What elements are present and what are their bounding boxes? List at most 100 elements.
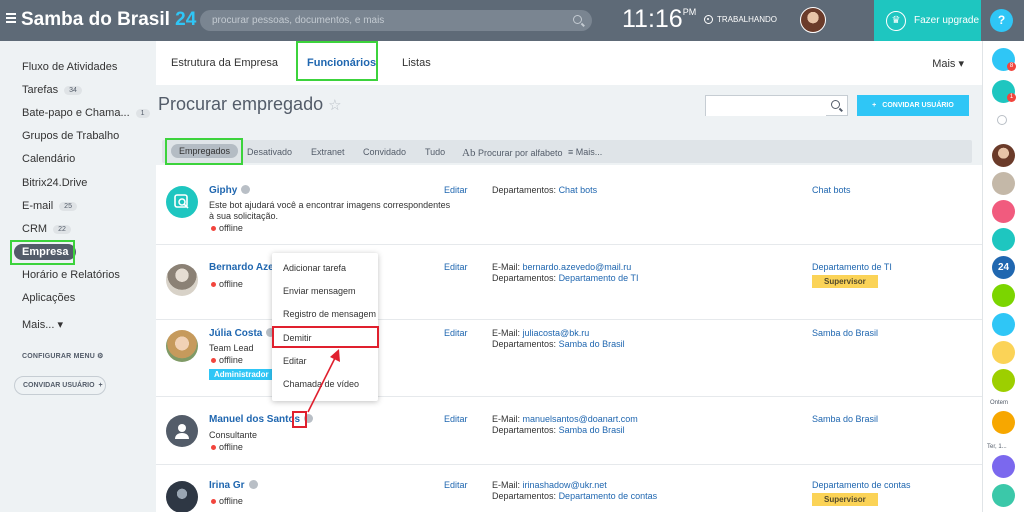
help-button[interactable]: ? [990, 9, 1013, 32]
configure-menu-button[interactable]: CONFIGURAR MENU ⚙ [22, 352, 104, 360]
sidebar-item-email[interactable]: E-mail 25 [22, 200, 77, 212]
search-icon[interactable] [831, 100, 840, 109]
sidebar-item-drive[interactable]: Bitrix24.Drive [22, 177, 87, 189]
sidebar-item-fluxo[interactable]: Fluxo de Atividades [22, 61, 117, 73]
filter-convidado[interactable]: Convidado [363, 147, 406, 157]
invite-user-button[interactable]: + CONVIDAR USUÁRIO [857, 95, 969, 116]
contact-avatar[interactable] [992, 455, 1015, 478]
employee-name[interactable]: Giphy [209, 185, 251, 196]
sidebar-invite-button[interactable]: CONVIDAR USUÁRIO + [14, 376, 106, 395]
filter-extranet[interactable]: Extranet [311, 147, 345, 157]
group-icon[interactable] [992, 341, 1015, 364]
plus-icon: + [872, 102, 877, 109]
group-icon[interactable] [992, 411, 1015, 434]
filter-desativado[interactable]: Desativado [247, 147, 292, 157]
sidebar-item-label: Tarefas [22, 84, 59, 96]
upgrade-button[interactable]: ♛ Fazer upgrade [874, 0, 981, 41]
global-search [200, 10, 592, 31]
phone-icon[interactable] [992, 484, 1015, 507]
department-link[interactable]: Samba do Brasil [812, 328, 878, 338]
email-link[interactable]: bernardo.azevedo@mail.ru [523, 262, 632, 272]
offline-dot-icon [211, 225, 216, 231]
sidebar-item-label: Bate-papo e Chama... [22, 107, 130, 119]
menu-item-add-task[interactable]: Adicionar tarefa [283, 263, 346, 273]
filter-alfabeto[interactable]: Ab Procurar por alfabeto [462, 147, 563, 159]
supervisor-badge: Supervisor [812, 493, 878, 506]
employee-info: Departamentos: Chat bots [492, 185, 597, 196]
menu-item-video-call[interactable]: Chamada de vídeo [283, 379, 359, 389]
dept-link[interactable]: Departamento de contas [559, 491, 658, 501]
search-icon[interactable] [573, 15, 582, 24]
department-link[interactable]: Departamento de TI [812, 262, 892, 272]
dept-link[interactable]: Chat bots [559, 185, 598, 195]
global-search-input[interactable] [200, 10, 560, 31]
star-icon[interactable]: ☆ [328, 97, 341, 114]
employee-avatar[interactable] [166, 415, 198, 447]
employee-name[interactable]: Júlia Costa [209, 328, 276, 339]
search-icon[interactable] [997, 115, 1007, 125]
menu-item-message-log[interactable]: Registro de mensagem [283, 309, 376, 319]
dept-link[interactable]: Departamento de TI [559, 273, 639, 283]
tab-listas[interactable]: Listas [402, 57, 431, 69]
employee-info: E-Mail: irinashadow@ukr.net Departamentos… [492, 480, 657, 502]
sidebar-item-calendario[interactable]: Calendário [22, 153, 75, 165]
edit-link[interactable]: Editar [444, 480, 468, 490]
contact-avatar[interactable] [992, 172, 1015, 195]
list-icon: ≡ [568, 147, 574, 157]
gear-icon[interactable] [241, 185, 251, 194]
department-link[interactable]: Chat bots [812, 185, 851, 195]
image-search-icon[interactable] [992, 228, 1015, 251]
employee-search-input[interactable] [706, 97, 826, 116]
edit-link[interactable]: Editar [444, 185, 468, 195]
lock-icon[interactable] [992, 284, 1015, 307]
dept-link[interactable]: Samba do Brasil [559, 425, 625, 435]
sidebar-item-grupos[interactable]: Grupos de Trabalho [22, 130, 119, 142]
edit-link[interactable]: Editar [444, 262, 468, 272]
user-avatar[interactable] [800, 7, 826, 33]
status-label: offline [219, 496, 243, 506]
clock[interactable]: 11:16PM [622, 5, 696, 34]
sidebar-item-horario[interactable]: Horário e Relatórios [22, 269, 120, 281]
gear-icon[interactable] [248, 480, 258, 489]
email-link[interactable]: manuelsantos@doanart.com [523, 414, 638, 424]
sidebar-item-count: 25 [59, 201, 77, 211]
sidebar-item-tarefas[interactable]: Tarefas 34 [22, 84, 82, 96]
employee-avatar[interactable] [166, 330, 198, 362]
employee-info: E-Mail: juliacosta@bk.ru Departamentos: S… [492, 328, 625, 350]
team-icon[interactable] [992, 313, 1015, 336]
employee-name[interactable]: Irina Gr [209, 480, 258, 491]
filter-mais[interactable]: ≡ Mais... [568, 147, 602, 157]
tab-estrutura[interactable]: Estrutura da Empresa [171, 57, 278, 69]
group-icon[interactable] [992, 369, 1015, 392]
sidebar-item-mais[interactable]: Mais... ▾ [22, 318, 63, 331]
work-status-icon [704, 15, 713, 24]
sidebar-item-chat[interactable]: Bate-papo e Chama... 1 [22, 107, 150, 119]
dept-label: Departamentos: [492, 273, 557, 283]
tabs-more[interactable]: Mais ▾ [932, 57, 964, 70]
offline-dot-icon [211, 281, 216, 287]
contact-avatar[interactable] [992, 144, 1015, 167]
email-link[interactable]: juliacosta@bk.ru [523, 328, 590, 338]
invite-user-label: CONVIDAR USUÁRIO [882, 102, 954, 109]
chat-badge: 1 [1007, 93, 1016, 102]
dept-link[interactable]: Samba do Brasil [559, 339, 625, 349]
sidebar-item-crm[interactable]: CRM 22 [22, 223, 71, 235]
edit-link[interactable]: Editar [444, 414, 468, 424]
sidebar-item-aplicacoes[interactable]: Aplicações [22, 292, 75, 304]
work-status[interactable]: TRABALHANDO [704, 15, 777, 24]
employee-avatar[interactable] [166, 264, 198, 296]
menu-burger-icon[interactable] [6, 13, 16, 23]
portal-logo[interactable]: Samba do Brasil 24 [21, 9, 196, 31]
email-link[interactable]: irinashadow@ukr.net [523, 480, 607, 490]
bitrix24-icon[interactable]: 24 [992, 256, 1015, 279]
edit-link[interactable]: Editar [444, 328, 468, 338]
menu-item-send-message[interactable]: Enviar mensagem [283, 286, 356, 296]
filter-tudo[interactable]: Tudo [425, 147, 445, 157]
department-link[interactable]: Departamento de contas [812, 480, 911, 490]
dept-label: Departamentos: [492, 425, 557, 435]
menu-item-edit[interactable]: Editar [283, 356, 307, 366]
megaphone-icon[interactable] [992, 200, 1015, 223]
employee-avatar[interactable] [166, 481, 198, 512]
department-link[interactable]: Samba do Brasil [812, 414, 878, 424]
bot-avatar[interactable] [166, 186, 198, 218]
